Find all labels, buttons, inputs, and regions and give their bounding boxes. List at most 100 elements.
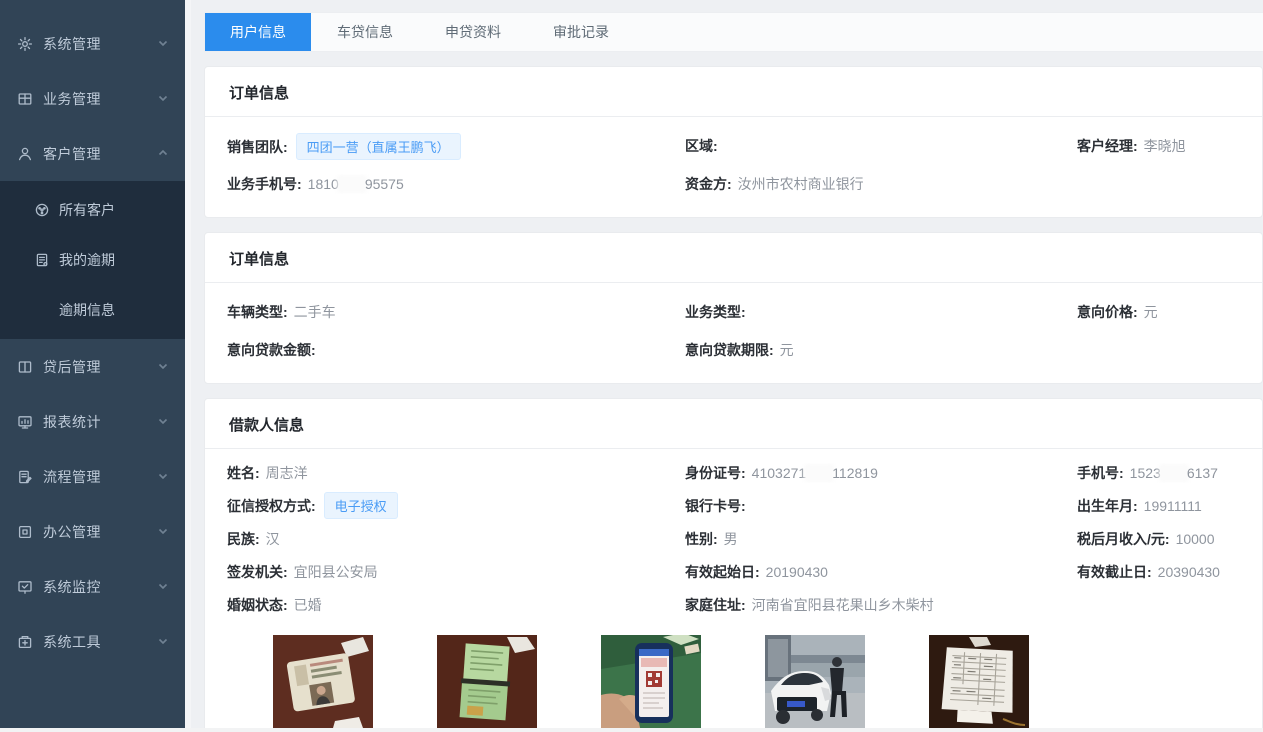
- bottom-scrollbar-strip[interactable]: [0, 728, 1263, 732]
- field-ethnicity: 民族:汉: [227, 529, 685, 549]
- sidebar-item-label: 客户管理: [43, 144, 157, 164]
- card-title: 订单信息: [205, 233, 1262, 283]
- field-funder: 资金方:汝州市农村商业银行: [685, 174, 1077, 194]
- field-credit-auth-method: 征信授权方式:电子授权: [227, 492, 685, 519]
- grid-icon: [17, 91, 33, 107]
- tab-user-info[interactable]: 用户信息: [205, 13, 311, 51]
- card-title: 订单信息: [205, 67, 1262, 117]
- sidebar-item-label: 系统管理: [43, 34, 157, 54]
- chevron-up-icon: [157, 146, 169, 162]
- field-intent-loan-term: 意向贷款期限:元: [685, 340, 1077, 360]
- sidebar-item-office-mgmt[interactable]: 办公管理: [0, 504, 185, 559]
- tools-icon: [17, 634, 33, 650]
- sidebar-item-customer-mgmt[interactable]: 客户管理: [0, 126, 185, 181]
- tab-loan-application-docs[interactable]: 申贷资料: [419, 13, 527, 51]
- sidebar-subitem-overdue-info[interactable]: 逾期信息: [0, 285, 185, 335]
- report-icon: [17, 414, 33, 430]
- field-home-address: 家庭住址:河南省宜阳县花果山乡木柴村: [685, 595, 1077, 615]
- customer-mgmt-submenu: 所有客户 我的逾期 逾期信息: [0, 181, 185, 339]
- app-window: 系统管理 业务管理 客户管理 所有客户 我的逾期 逾期信息: [0, 0, 1263, 732]
- gear-icon: [17, 36, 33, 52]
- tab-car-loan-info[interactable]: 车贷信息: [311, 13, 419, 51]
- field-id-number: 身份证号:4103271112819: [685, 463, 1077, 483]
- chevron-down-icon: [157, 36, 169, 52]
- redacted-patch: [1161, 466, 1187, 480]
- sidebar-subitem-my-overdue[interactable]: 我的逾期: [0, 235, 185, 285]
- person-car-thumbnail: [765, 635, 865, 732]
- sidebar-subitem-all-customers[interactable]: 所有客户: [0, 185, 185, 235]
- id-card-photo[interactable]: 身份证: [273, 635, 373, 732]
- sidebar-item-process-mgmt[interactable]: 流程管理: [0, 449, 185, 504]
- field-birth-date: 出生年月:19911111: [1077, 496, 1262, 516]
- sidebar-item-label: 流程管理: [43, 467, 157, 487]
- document-photos-row: 身份证: [227, 621, 1262, 732]
- overdue-doc-icon: [34, 252, 50, 268]
- sidebar-subitem-label: 逾期信息: [59, 300, 115, 320]
- sidebar-item-system-tools[interactable]: 系统工具: [0, 614, 185, 669]
- field-monthly-income: 税后月收入/元:10000: [1077, 529, 1262, 549]
- monitor-icon: [17, 579, 33, 595]
- chevron-down-icon: [157, 469, 169, 485]
- sidebar-item-label: 系统工具: [43, 632, 157, 652]
- phone-auth-thumbnail: [601, 635, 701, 732]
- field-valid-to: 有效截止日:20390430: [1077, 562, 1262, 582]
- field-gender: 性别:男: [685, 529, 1077, 549]
- user-icon: [17, 146, 33, 162]
- phone-auth-photo[interactable]: 授权签名: [601, 635, 701, 732]
- card-title: 借款人信息: [205, 399, 1262, 449]
- document-photo[interactable]: 其他材料: [929, 635, 1029, 732]
- credit-auth-tag[interactable]: 电子授权: [324, 492, 398, 519]
- chevron-down-icon: [157, 634, 169, 650]
- chevron-down-icon: [157, 524, 169, 540]
- sidebar-item-label: 业务管理: [43, 89, 157, 109]
- sidebar-item-label: 系统监控: [43, 577, 157, 597]
- sidebar-item-business-mgmt[interactable]: 业务管理: [0, 71, 185, 126]
- field-region: 区域:: [685, 136, 1077, 156]
- tab-bar: 用户信息 车贷信息 申贷资料 审批记录: [204, 12, 1263, 52]
- chevron-down-icon: [157, 414, 169, 430]
- sidebar-item-postloan-mgmt[interactable]: 贷后管理: [0, 339, 185, 394]
- chevron-down-icon: [157, 359, 169, 375]
- main-content: 用户信息 车贷信息 申贷资料 审批记录 订单信息 销售团队:四团一营（直属王鹏飞…: [185, 0, 1263, 732]
- borrower-info-card: 借款人信息 姓名:周志洋 身份证号:4103271112819 手机号:1523…: [204, 398, 1263, 732]
- sidebar-item-system-mgmt[interactable]: 系统管理: [0, 16, 185, 71]
- field-phone: 手机号:15236137: [1077, 463, 1262, 483]
- sidebar-item-report-stats[interactable]: 报表统计: [0, 394, 185, 449]
- order-info-card-1: 订单信息 销售团队:四团一营（直属王鹏飞） 区域: 客户经理:李晓旭 业务手机号…: [204, 66, 1263, 218]
- field-sales-team: 销售团队:四团一营（直属王鹏飞）: [227, 133, 685, 160]
- registration-booklet-thumbnail: [437, 635, 537, 732]
- redacted-patch: [806, 466, 832, 480]
- chevron-down-icon: [157, 91, 169, 107]
- tab-approval-records[interactable]: 审批记录: [527, 13, 635, 51]
- field-issuing-authority: 签发机关:宜阳县公安局: [227, 562, 685, 582]
- field-business-phone: 业务手机号:181095575: [227, 174, 685, 194]
- field-name: 姓名:周志洋: [227, 463, 685, 483]
- field-valid-from: 有效起始日:20190430: [685, 562, 1077, 582]
- redacted-patch: [339, 177, 365, 191]
- sidebar-subitem-label: 我的逾期: [59, 250, 115, 270]
- registration-booklet-photo[interactable]: 登记证照片: [437, 635, 537, 732]
- sidebar-item-label: 办公管理: [43, 522, 157, 542]
- sidebar-item-label: 报表统计: [43, 412, 157, 432]
- field-intent-loan-amount: 意向贷款金额:: [227, 340, 685, 360]
- office-icon: [17, 524, 33, 540]
- sidebar-item-label: 贷后管理: [43, 357, 157, 377]
- chevron-down-icon: [157, 579, 169, 595]
- document-thumbnail: [929, 635, 1029, 732]
- sidebar: 系统管理 业务管理 客户管理 所有客户 我的逾期 逾期信息: [0, 0, 185, 732]
- sidebar-item-system-monitor[interactable]: 系统监控: [0, 559, 185, 614]
- id-card-thumbnail: [273, 635, 373, 732]
- person-car-photo[interactable]: 人车合影: [765, 635, 865, 732]
- process-icon: [17, 469, 33, 485]
- sales-team-tag[interactable]: 四团一营（直属王鹏飞）: [296, 133, 461, 160]
- field-marital-status: 婚姻状态:已婚: [227, 595, 685, 615]
- clients-icon: [34, 202, 50, 218]
- field-vehicle-type: 车辆类型:二手车: [227, 302, 685, 322]
- sidebar-subitem-label: 所有客户: [59, 200, 115, 220]
- order-info-card-2: 订单信息 车辆类型:二手车 业务类型: 意向价格:元 意向贷款金额:: [204, 232, 1263, 384]
- field-business-type: 业务类型:: [685, 302, 1077, 322]
- field-bank-card: 银行卡号:: [685, 496, 1077, 516]
- field-account-manager: 客户经理:李晓旭: [1077, 136, 1262, 156]
- field-intent-price: 意向价格:元: [1077, 302, 1262, 322]
- book-icon: [17, 359, 33, 375]
